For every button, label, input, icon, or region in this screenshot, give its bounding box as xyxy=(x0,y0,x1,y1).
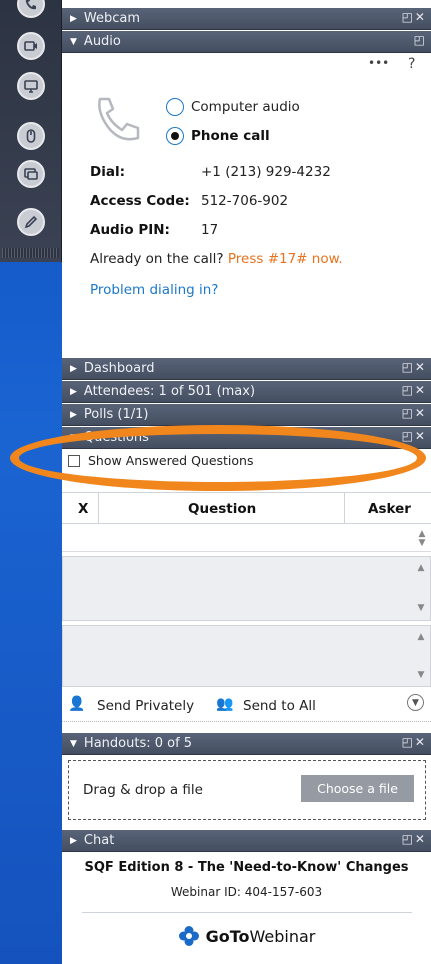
problem-dialing-link[interactable]: Problem dialing in? xyxy=(90,282,218,298)
phone-icon xyxy=(98,97,140,141)
control-panel: ▶ Webcam ◰✕ ▼ Audio ◰ ••• ? Computer aud… xyxy=(62,0,431,964)
column-divider xyxy=(98,493,99,524)
choose-file-button[interactable]: Choose a file xyxy=(301,775,414,802)
help-icon[interactable]: ? xyxy=(408,56,415,72)
phone-call-label: Phone call xyxy=(191,128,270,144)
webinar-id: Webinar ID: 404-157-603 xyxy=(170,885,323,899)
column-x[interactable]: X xyxy=(78,501,88,517)
column-question[interactable]: Question xyxy=(188,501,256,517)
computer-audio-radio[interactable] xyxy=(166,98,184,116)
scroll-down-icon[interactable]: ▼ xyxy=(416,670,426,682)
expanded-arrow-icon: ▼ xyxy=(70,432,77,443)
audio-title: Audio xyxy=(83,34,121,49)
group-icon: 👥 xyxy=(216,696,234,712)
already-on-call: Already on the call? Press #17# now. xyxy=(90,251,343,267)
chat-title: Chat xyxy=(83,833,115,848)
press-code-text: Press #17# now. xyxy=(227,251,343,267)
chat-header[interactable]: ▶ Chat ◰✕ xyxy=(62,830,431,852)
dashboard-title: Dashboard xyxy=(83,361,155,376)
polls-title: Polls (1/1) xyxy=(83,407,149,422)
flower-logo-icon xyxy=(178,926,199,946)
chevron-down-icon[interactable]: ▼ xyxy=(407,694,424,711)
computer-audio-label: Computer audio xyxy=(191,99,300,115)
handout-drop-zone[interactable]: Drag & drop a file Choose a file xyxy=(68,760,426,820)
expanded-arrow-icon: ▼ xyxy=(70,36,77,47)
audio-header[interactable]: ▼ Audio ◰ xyxy=(62,31,431,53)
left-toolbar xyxy=(0,0,62,262)
scroll-up-icon[interactable]: ▲ xyxy=(416,563,426,575)
questions-list[interactable]: ▲ ▼ xyxy=(62,525,431,552)
answer-text-area[interactable]: ▲ ▼ xyxy=(62,625,431,687)
collapsed-arrow-icon: ▶ xyxy=(70,363,77,374)
toolbar-grip[interactable] xyxy=(2,248,59,258)
webcam-header[interactable]: ▶ Webcam ◰✕ xyxy=(62,8,431,30)
dial-value: +1 (213) 929-4232 xyxy=(201,164,331,180)
webinar-title: SQF Edition 8 - The 'Need-to-Know' Chang… xyxy=(84,860,409,875)
collapsed-arrow-icon: ▶ xyxy=(70,13,77,24)
show-answered-label: Show Answered Questions xyxy=(88,453,254,468)
access-code-label: Access Code: xyxy=(90,193,190,209)
more-options-icon[interactable]: ••• xyxy=(368,56,389,70)
popout-close-icon[interactable]: ◰✕ xyxy=(402,10,427,24)
collapsed-arrow-icon: ▶ xyxy=(70,409,77,420)
column-asker[interactable]: Asker xyxy=(368,501,411,517)
polls-header[interactable]: ▶ Polls (1/1) ◰✕ xyxy=(62,404,431,426)
show-answered-checkbox[interactable] xyxy=(68,455,80,467)
dial-label: Dial: xyxy=(90,164,125,180)
scroll-down-icon[interactable]: ▼ xyxy=(417,538,427,550)
send-to-all-button[interactable]: Send to All xyxy=(243,698,316,714)
webcam-toolbar-icon[interactable] xyxy=(17,32,45,60)
attendees-header[interactable]: ▶ Attendees: 1 of 501 (max) ◰✕ xyxy=(62,381,431,403)
draw-toolbar-icon[interactable] xyxy=(17,208,45,236)
questions-table-header: X Question Asker xyxy=(62,492,431,524)
phone-toolbar-icon[interactable] xyxy=(17,0,45,18)
view-toolbar-icon[interactable] xyxy=(17,160,45,188)
access-code-value: 512-706-902 xyxy=(201,193,289,209)
send-privately-button[interactable]: Send Privately xyxy=(97,698,194,714)
questions-header[interactable]: ▼ Questions ◰✕ xyxy=(62,427,431,449)
scroll-up-icon[interactable]: ▲ xyxy=(416,632,426,644)
dashboard-header[interactable]: ▶ Dashboard ◰✕ xyxy=(62,358,431,380)
handouts-title: Handouts: 0 of 5 xyxy=(83,736,193,751)
column-divider xyxy=(344,493,345,524)
popout-close-icon[interactable]: ◰✕ xyxy=(402,406,427,420)
audio-pin-label: Audio PIN: xyxy=(90,222,170,238)
person-icon: 👤 xyxy=(68,696,86,712)
collapsed-arrow-icon: ▶ xyxy=(70,835,77,846)
handouts-header[interactable]: ▼ Handouts: 0 of 5 ◰✕ xyxy=(62,733,431,755)
send-bar: 👤 Send Privately 👥 Send to All ▼ xyxy=(62,690,431,722)
drag-drop-text: Drag & drop a file xyxy=(83,782,203,798)
popout-icon[interactable]: ◰ xyxy=(414,33,427,47)
attendees-title: Attendees: 1 of 501 (max) xyxy=(83,384,256,399)
questions-title: Questions xyxy=(83,430,149,445)
webcam-title: Webcam xyxy=(83,11,141,26)
brand-goto: GoTo xyxy=(205,926,250,946)
already-on-call-text: Already on the call? xyxy=(90,251,224,267)
scroll-down-icon[interactable]: ▼ xyxy=(416,603,426,615)
popout-close-icon[interactable]: ◰✕ xyxy=(402,383,427,397)
footer-divider xyxy=(82,912,412,913)
mouse-toolbar-icon[interactable] xyxy=(17,122,45,150)
screen-toolbar-icon[interactable] xyxy=(17,72,45,100)
gotowebinar-logo: GoToWebinar xyxy=(62,925,431,947)
audio-pin-value: 17 xyxy=(201,222,219,238)
expanded-arrow-icon: ▼ xyxy=(70,738,77,749)
popout-close-icon[interactable]: ◰✕ xyxy=(402,429,427,443)
question-text-area[interactable]: ▲ ▼ xyxy=(62,556,431,621)
collapsed-arrow-icon: ▶ xyxy=(70,386,77,397)
brand-webinar: Webinar xyxy=(249,926,316,946)
popout-close-icon[interactable]: ◰✕ xyxy=(402,360,427,374)
phone-call-radio[interactable] xyxy=(166,127,184,145)
popout-close-icon[interactable]: ◰✕ xyxy=(402,735,427,749)
popout-close-icon[interactable]: ◰✕ xyxy=(402,832,427,846)
